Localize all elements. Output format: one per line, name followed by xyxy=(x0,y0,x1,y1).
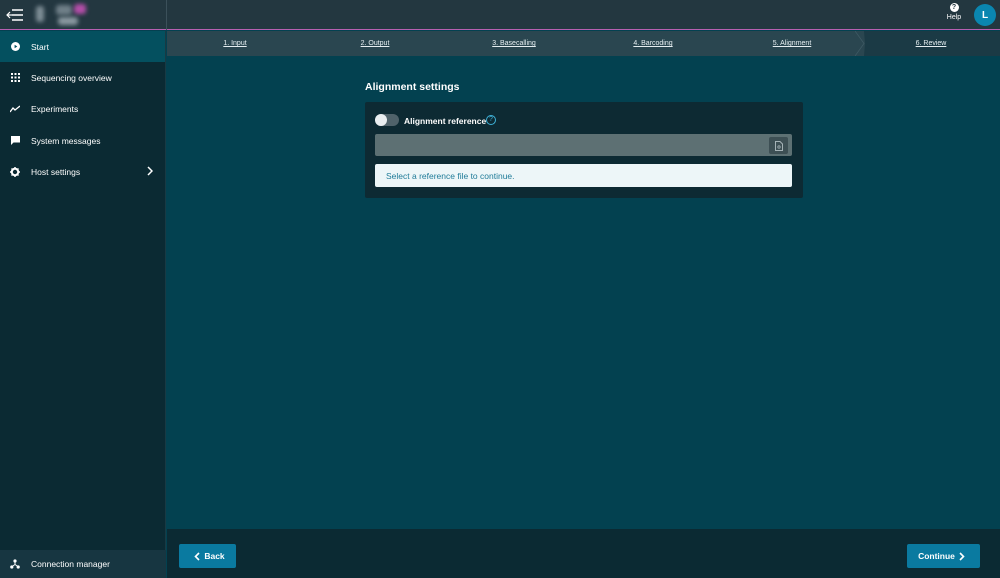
reference-required-alert: Select a reference file to continue. xyxy=(375,164,792,187)
step-basecalling[interactable]: 3. Basecalling xyxy=(464,31,564,56)
sidebar-item-sequencing-overview[interactable]: Sequencing overview xyxy=(0,62,165,93)
back-button[interactable]: Back xyxy=(179,544,236,568)
alignment-settings-panel: Alignment reference ? Select a reference… xyxy=(365,102,803,198)
menu-collapse-button[interactable] xyxy=(0,0,30,30)
sidebar-item-experiments[interactable]: Experiments xyxy=(0,94,165,125)
sidebar-item-label: Start xyxy=(31,41,49,52)
menu-collapse-icon xyxy=(6,9,23,21)
step-output[interactable]: 2. Output xyxy=(325,31,425,56)
step-barcoding[interactable]: 4. Barcoding xyxy=(603,31,703,56)
app-logo xyxy=(34,3,96,27)
sidebar: Start Sequencing overview Experiments Sy… xyxy=(0,31,166,578)
help-icon: ? xyxy=(949,3,959,12)
continue-button-label: Continue xyxy=(918,551,955,561)
step-review[interactable]: 6. Review xyxy=(881,31,981,56)
info-icon[interactable]: ? xyxy=(486,115,496,125)
grid-icon xyxy=(10,73,20,83)
browse-file-button[interactable] xyxy=(769,137,788,154)
alignment-reference-toggle[interactable] xyxy=(375,114,399,126)
chevron-right-icon xyxy=(959,551,965,561)
help-button[interactable]: ? Help xyxy=(940,3,968,27)
network-icon xyxy=(10,559,20,569)
sidebar-item-label: Experiments xyxy=(31,104,79,115)
header-divider xyxy=(166,0,167,30)
sidebar-item-host-settings[interactable]: Host settings xyxy=(0,156,165,187)
step-input[interactable]: 1. Input xyxy=(185,31,285,56)
continue-button[interactable]: Continue xyxy=(907,544,980,568)
step-alignment[interactable]: 5. Alignment xyxy=(742,31,842,56)
trend-line-icon xyxy=(10,104,20,114)
alignment-reference-label: Alignment reference xyxy=(404,116,487,126)
file-icon xyxy=(774,140,783,151)
user-avatar[interactable]: L xyxy=(974,4,996,26)
reference-file-input[interactable] xyxy=(375,134,792,156)
sidebar-item-start[interactable]: Start xyxy=(0,31,165,63)
gear-icon xyxy=(10,166,20,177)
sidebar-item-connection-manager[interactable]: Connection manager xyxy=(0,550,166,578)
sidebar-item-label: System messages xyxy=(31,135,101,146)
wizard-steps: 1. Input 2. Output 3. Basecalling 4. Bar… xyxy=(167,31,1000,56)
footer-bar: Back Continue xyxy=(167,529,1000,578)
sidebar-item-label: Host settings xyxy=(31,166,81,177)
top-bar: ? Help L xyxy=(0,0,1000,30)
help-label: Help xyxy=(946,14,962,21)
toggle-knob xyxy=(375,114,387,126)
message-icon xyxy=(10,136,20,146)
sidebar-item-label: Sequencing overview xyxy=(31,72,112,83)
sidebar-item-label: Connection manager xyxy=(31,559,110,569)
chevron-right-icon xyxy=(147,166,154,178)
page-title: Alignment settings xyxy=(365,81,460,93)
sidebar-item-system-messages[interactable]: System messages xyxy=(0,125,165,156)
chevron-left-icon xyxy=(194,551,200,561)
back-button-label: Back xyxy=(204,551,225,561)
play-circle-icon xyxy=(10,42,20,52)
